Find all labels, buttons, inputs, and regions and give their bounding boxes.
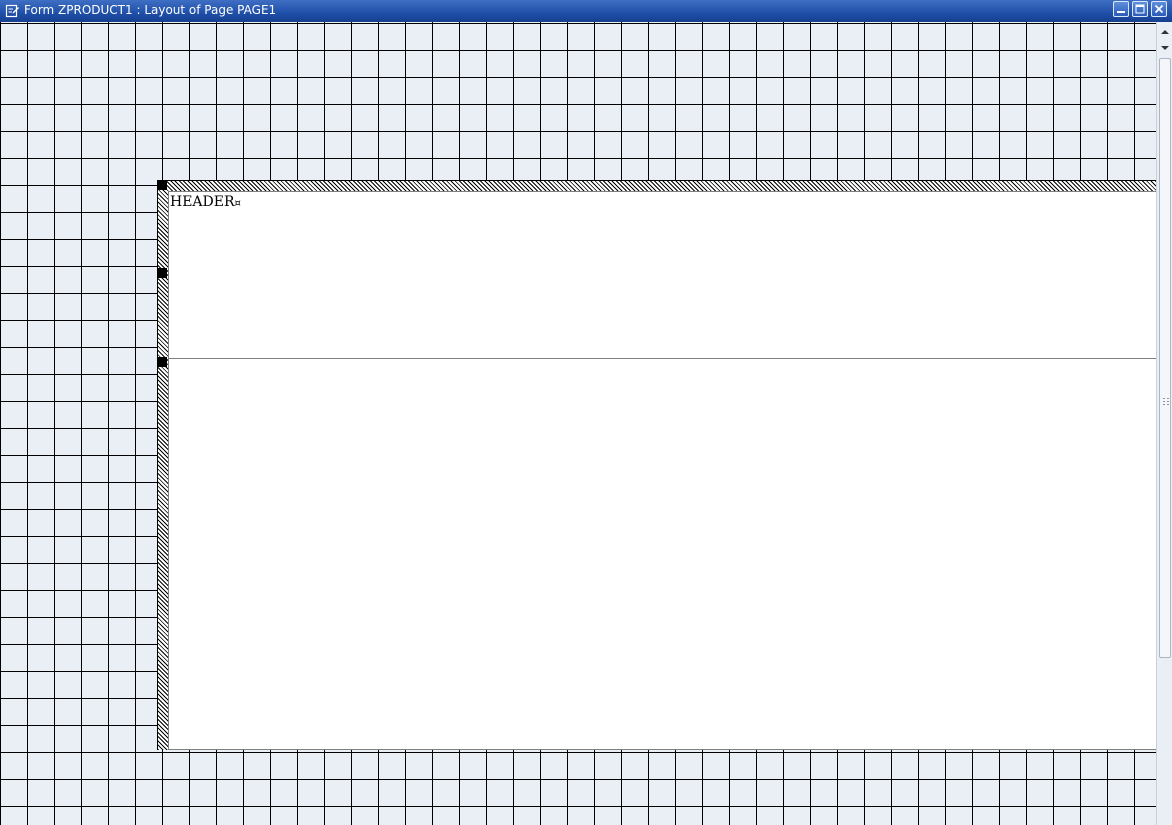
main-window[interactable]: HEADER¤ <box>168 191 1156 750</box>
title-bar: Form ZPRODUCT1 : Layout of Page PAGE1 <box>0 0 1172 22</box>
vertical-scrollbar[interactable] <box>1156 22 1172 825</box>
header-window[interactable]: HEADER¤ <box>169 192 1156 359</box>
paragraph-mark: ¤ <box>234 198 241 209</box>
arrow-down-icon[interactable] <box>1158 40 1172 54</box>
scrollbar-thumb[interactable] <box>1159 58 1171 658</box>
header-window-label: HEADER¤ <box>170 194 241 210</box>
edit-document-icon <box>5 3 20 18</box>
close-button[interactable] <box>1151 1 1167 17</box>
scrollbar-grip-icon <box>1163 391 1169 405</box>
arrow-up-icon[interactable] <box>1158 24 1172 38</box>
resize-handle-bottom-left[interactable] <box>157 357 167 367</box>
layout-grid-canvas[interactable]: HEADER¤ <box>0 22 1156 825</box>
resize-handle-top-left[interactable] <box>157 180 167 190</box>
resize-handle-middle-left[interactable] <box>157 268 167 278</box>
maximize-button[interactable] <box>1132 1 1148 17</box>
page-layout-area[interactable]: HEADER¤ <box>157 180 1156 750</box>
minimize-button[interactable] <box>1113 1 1129 17</box>
window-title: Form ZPRODUCT1 : Layout of Page PAGE1 <box>24 3 277 17</box>
